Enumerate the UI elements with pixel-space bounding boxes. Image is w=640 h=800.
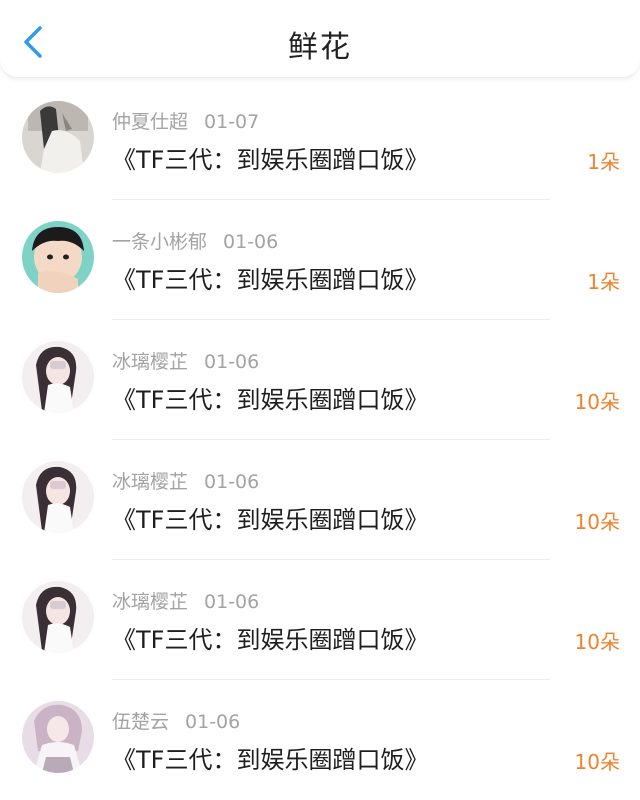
sender-meta: 冰璃樱芷 01-06	[112, 587, 259, 614]
avatar[interactable]	[22, 701, 94, 773]
list-item[interactable]: 冰璃樱芷 01-06 《TF三代：到娱乐圈蹭口饭》 10朵	[0, 440, 640, 560]
flower-list: 仲夏仕超 01-07 《TF三代：到娱乐圈蹭口饭》 1朵 一条小彬郁 01-06 《…	[0, 80, 640, 800]
avatar[interactable]	[22, 221, 94, 293]
flower-count: 1朵	[587, 270, 620, 294]
flower-count: 10朵	[574, 630, 620, 654]
send-date: 01-06	[204, 471, 260, 493]
send-date: 01-06	[204, 591, 260, 613]
list-item[interactable]: 一条小彬郁 01-06 《TF三代：到娱乐圈蹭口饭》 1朵	[0, 200, 640, 320]
flower-count: 10朵	[574, 750, 620, 774]
flower-count: 10朵	[574, 510, 620, 534]
avatar[interactable]	[22, 581, 94, 653]
sender-name[interactable]: 冰璃樱芷	[112, 471, 188, 493]
list-item[interactable]: 伍楚云 01-06 《TF三代：到娱乐圈蹭口饭》 10朵	[0, 680, 640, 800]
sender-name[interactable]: 一条小彬郁	[112, 231, 207, 253]
sender-name[interactable]: 冰璃樱芷	[112, 351, 188, 373]
book-title[interactable]: 《TF三代：到娱乐圈蹭口饭》	[112, 500, 428, 535]
avatar[interactable]	[22, 101, 94, 173]
send-date: 01-06	[204, 351, 260, 373]
sender-meta: 仲夏仕超 01-07	[112, 107, 259, 134]
list-item[interactable]: 仲夏仕超 01-07 《TF三代：到娱乐圈蹭口饭》 1朵	[0, 80, 640, 200]
flower-count: 10朵	[574, 390, 620, 414]
page-title: 鲜花	[288, 30, 352, 65]
flower-count: 1朵	[587, 150, 620, 174]
book-title[interactable]: 《TF三代：到娱乐圈蹭口饭》	[112, 740, 428, 775]
sender-meta: 一条小彬郁 01-06	[112, 227, 278, 254]
book-title[interactable]: 《TF三代：到娱乐圈蹭口饭》	[112, 620, 428, 655]
send-date: 01-06	[223, 231, 279, 253]
list-item[interactable]: 冰璃樱芷 01-06 《TF三代：到娱乐圈蹭口饭》 10朵	[0, 320, 640, 440]
sender-name[interactable]: 冰璃樱芷	[112, 591, 188, 613]
avatar[interactable]	[22, 341, 94, 413]
send-date: 01-06	[185, 711, 241, 733]
send-date: 01-07	[204, 111, 260, 133]
top-bar: 鲜花	[0, 0, 640, 78]
list-item[interactable]: 冰璃樱芷 01-06 《TF三代：到娱乐圈蹭口饭》 10朵	[0, 560, 640, 680]
book-title[interactable]: 《TF三代：到娱乐圈蹭口饭》	[112, 140, 428, 175]
book-title[interactable]: 《TF三代：到娱乐圈蹭口饭》	[112, 380, 428, 415]
sender-meta: 冰璃樱芷 01-06	[112, 347, 259, 374]
avatar[interactable]	[22, 461, 94, 533]
sender-meta: 伍楚云 01-06	[112, 707, 240, 734]
sender-meta: 冰璃樱芷 01-06	[112, 467, 259, 494]
sender-name[interactable]: 伍楚云	[112, 711, 169, 733]
book-title[interactable]: 《TF三代：到娱乐圈蹭口饭》	[112, 260, 428, 295]
sender-name[interactable]: 仲夏仕超	[112, 111, 188, 133]
